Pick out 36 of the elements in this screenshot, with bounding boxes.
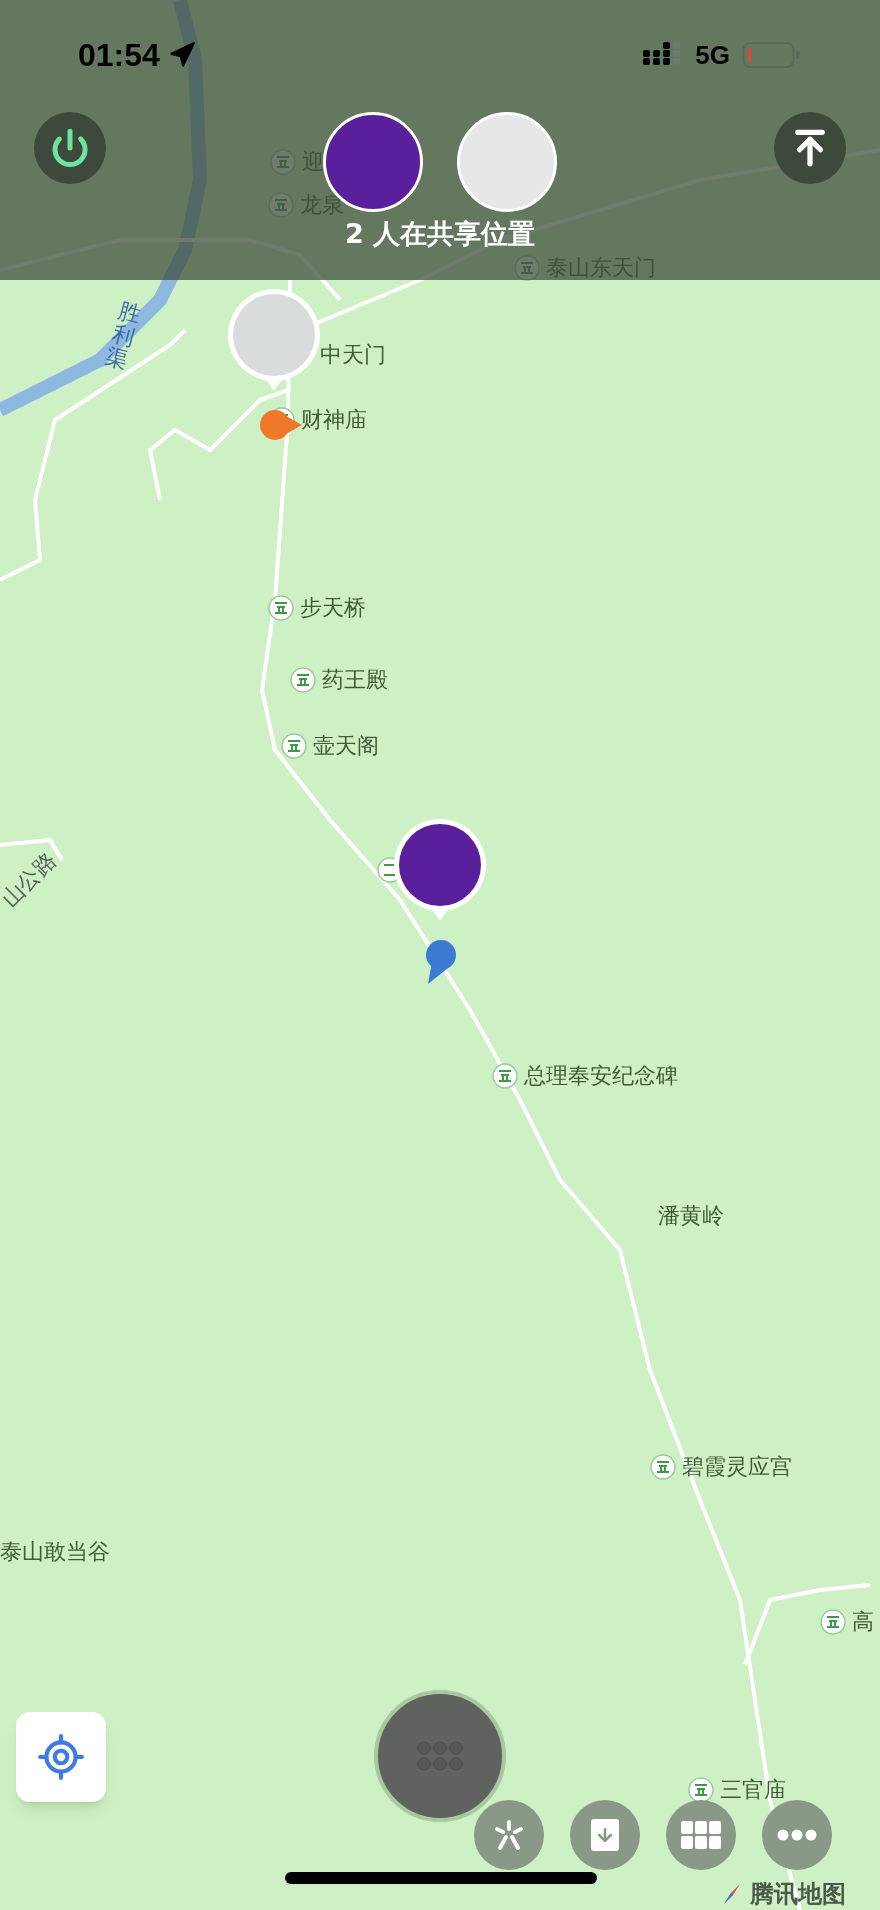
place-label: 总理奉安纪念碑 <box>524 1063 678 1089</box>
temple-icon <box>650 1454 676 1480</box>
grid-icon <box>681 1821 721 1849</box>
road-label: 山公路 <box>0 847 62 913</box>
location-marker <box>424 938 458 986</box>
sharing-status: 2 人在共享位置 <box>344 217 536 251</box>
temple-icon <box>290 667 316 693</box>
power-icon <box>50 128 90 168</box>
place-label: 壶天阁 <box>313 733 379 759</box>
map-attribution: 腾讯地图 <box>750 1879 846 1910</box>
location-arrow-icon <box>167 41 196 69</box>
place-label: 步天桥 <box>300 595 366 621</box>
locate-button[interactable] <box>16 1712 106 1802</box>
location-marker <box>258 408 304 442</box>
more-icon <box>777 1829 817 1841</box>
download-icon <box>591 1819 619 1851</box>
river-label: 胜利渠 <box>103 298 143 375</box>
place-label: 药王殿 <box>322 667 388 693</box>
place-label: 高 <box>852 1609 874 1635</box>
temple-icon <box>281 733 307 759</box>
place-label: 中天门 <box>320 342 386 368</box>
place-label: 三官庙 <box>720 1777 786 1803</box>
locate-icon <box>36 1732 86 1782</box>
network-label: 5G <box>695 38 730 72</box>
status-time: 01:54 <box>78 36 160 75</box>
temple-icon <box>268 595 294 621</box>
place-label: 财神庙 <box>301 407 367 433</box>
sparkle-icon <box>492 1818 526 1852</box>
battery-icon <box>742 41 802 69</box>
temple-icon <box>688 1777 714 1803</box>
temple-icon <box>820 1609 846 1635</box>
sparkle-button[interactable] <box>474 1800 544 1870</box>
place-label: 潘黄岭 <box>658 1203 724 1229</box>
place-label: 碧霞灵应宫 <box>682 1454 792 1480</box>
place-label: 泰山敢当谷 <box>0 1539 110 1565</box>
temple-icon <box>492 1063 518 1089</box>
